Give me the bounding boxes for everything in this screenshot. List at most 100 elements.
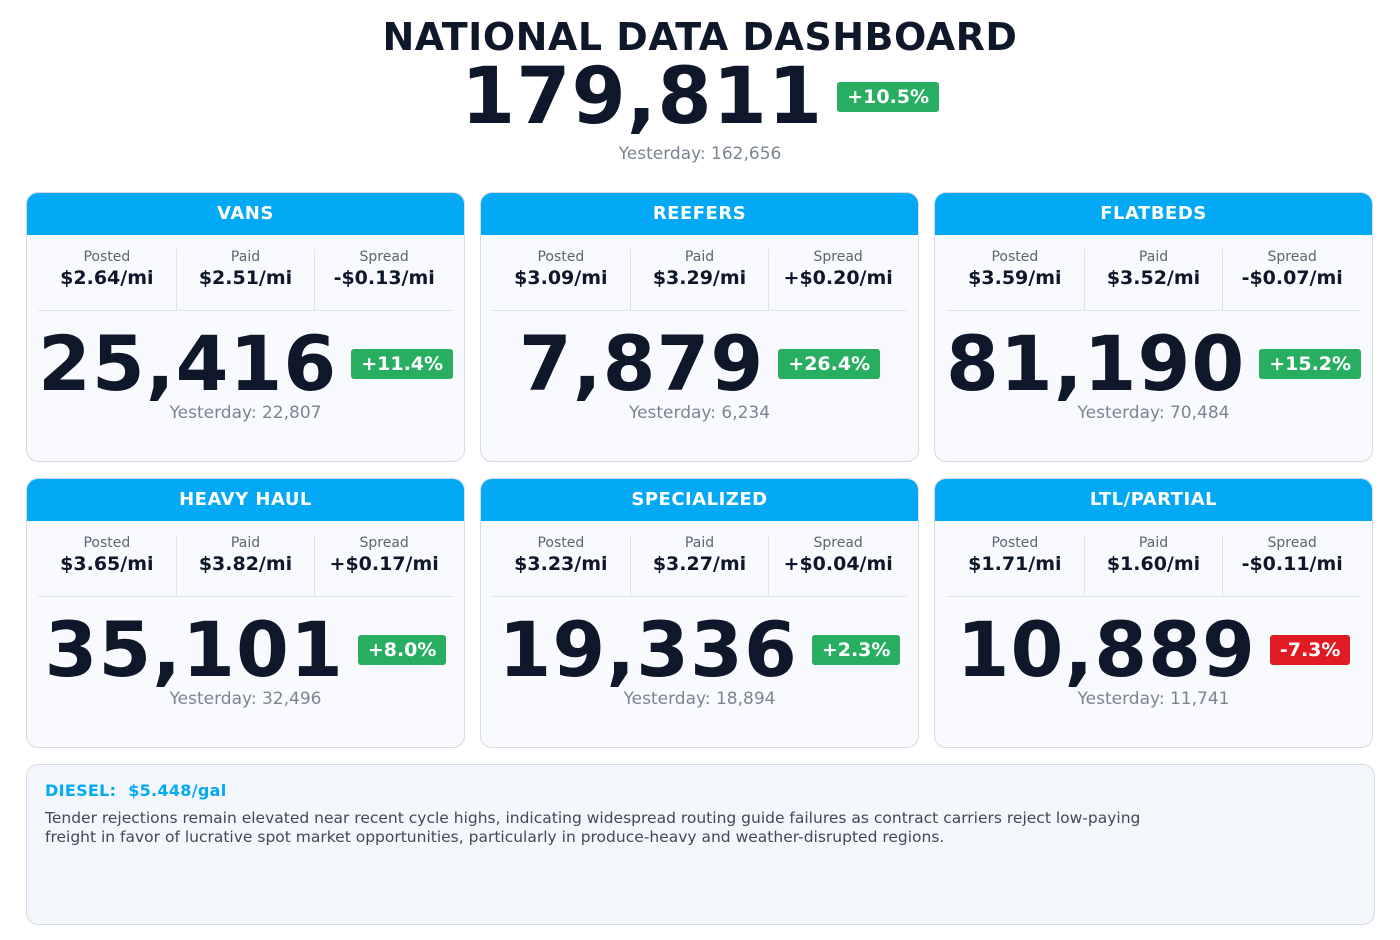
rate-label: Paid xyxy=(684,535,715,551)
rates-row: Posted $3.09/mi Paid $3.29/mi Spread +$0.20… xyxy=(492,249,907,311)
rate-label: Posted xyxy=(537,535,585,551)
rate-spread: Spread +$0.20/mi xyxy=(769,249,907,310)
load-count-row: 7,879 +26.4% xyxy=(481,325,918,403)
total-loads-value: 179,811 xyxy=(460,52,824,142)
rate-label: Spread xyxy=(359,249,409,265)
load-count-row: 10,889 -7.3% xyxy=(935,611,1372,689)
rate-value: -$0.11/mi xyxy=(1241,553,1343,575)
rate-label: Paid xyxy=(1138,249,1169,265)
rate-value: -$0.13/mi xyxy=(333,267,435,289)
rate-label: Paid xyxy=(230,535,261,551)
load-count-row: 81,190 +15.2% xyxy=(935,325,1372,403)
rate-paid: Paid $1.60/mi xyxy=(1085,535,1224,596)
card-flatbeds: FLATBEDS Posted $3.59/mi Paid $3.52/mi Spr… xyxy=(934,192,1373,462)
card-reefers: REEFERS Posted $3.09/mi Paid $3.29/mi Spre… xyxy=(480,192,919,462)
load-count-value: 81,190 xyxy=(945,319,1246,408)
card-specialized: SPECIALIZED Posted $3.23/mi Paid $3.27/mi … xyxy=(480,478,919,748)
card-title: HEAVY HAUL xyxy=(27,479,464,521)
change-badge: +8.0% xyxy=(357,635,447,665)
market-notes-panel: DIESEL: $5.448/gal Tender rejections rem… xyxy=(26,764,1375,925)
rate-value: $3.29/mi xyxy=(652,267,747,289)
card-vans: VANS Posted $2.64/mi Paid $2.51/mi Spread -… xyxy=(26,192,465,462)
load-count-value: 25,416 xyxy=(37,319,338,408)
diesel-label: DIESEL: xyxy=(45,781,117,800)
load-count-row: 35,101 +8.0% xyxy=(27,611,464,689)
card-title: FLATBEDS xyxy=(935,193,1372,235)
rate-label: Spread xyxy=(813,249,863,265)
load-count-row: 25,416 +11.4% xyxy=(27,325,464,403)
card-ltl-partial: LTL/PARTIAL Posted $1.71/mi Paid $1.60/mi … xyxy=(934,478,1373,748)
rate-value: $1.60/mi xyxy=(1106,553,1201,575)
load-count-value: 35,101 xyxy=(44,605,344,694)
market-note: Tender rejections remain elevated near r… xyxy=(45,809,1141,846)
rate-label: Spread xyxy=(813,535,863,551)
rate-value: +$0.17/mi xyxy=(329,553,439,575)
rate-value: +$0.20/mi xyxy=(783,267,893,289)
change-badge: -7.3% xyxy=(1269,635,1351,665)
rate-label: Spread xyxy=(1267,249,1317,265)
rates-row: Posted $3.59/mi Paid $3.52/mi Spread -$0.07… xyxy=(946,249,1361,311)
rate-value: $3.52/mi xyxy=(1106,267,1201,289)
rate-posted: Posted $2.64/mi xyxy=(38,249,177,310)
rate-label: Posted xyxy=(991,535,1039,551)
rates-row: Posted $3.65/mi Paid $3.82/mi Spread +$0.17… xyxy=(38,535,453,597)
total-change-badge: +10.5% xyxy=(837,82,940,112)
rate-posted: Posted $1.71/mi xyxy=(946,535,1085,596)
rate-value: -$0.07/mi xyxy=(1241,267,1343,289)
load-count-value: 7,879 xyxy=(518,319,765,408)
load-count-value: 10,889 xyxy=(956,605,1256,694)
rate-value: $3.82/mi xyxy=(198,553,293,575)
rate-label: Posted xyxy=(83,249,131,265)
rate-posted: Posted $3.09/mi xyxy=(492,249,631,310)
total-row: 179,811 +10.5% xyxy=(0,58,1400,136)
rate-paid: Paid $3.82/mi xyxy=(177,535,316,596)
rate-value: +$0.04/mi xyxy=(783,553,893,575)
rate-value: $2.51/mi xyxy=(198,267,293,289)
rate-paid: Paid $3.29/mi xyxy=(631,249,770,310)
change-badge: +26.4% xyxy=(778,349,881,379)
rate-spread: Spread +$0.17/mi xyxy=(315,535,453,596)
rate-paid: Paid $2.51/mi xyxy=(177,249,316,310)
rates-row: Posted $1.71/mi Paid $1.60/mi Spread -$0.11… xyxy=(946,535,1361,597)
rate-value: $3.09/mi xyxy=(514,267,608,289)
total-yesterday: Yesterday: 162,656 xyxy=(618,144,782,164)
diesel-value: $5.448/gal xyxy=(128,781,227,800)
load-count-row: 19,336 +2.3% xyxy=(481,611,918,689)
card-title: VANS xyxy=(27,193,464,235)
rate-label: Posted xyxy=(991,249,1039,265)
rates-row: Posted $2.64/mi Paid $2.51/mi Spread -$0.13… xyxy=(38,249,453,311)
rate-value: $3.65/mi xyxy=(60,553,154,575)
rate-label: Paid xyxy=(230,249,261,265)
rate-value: $1.71/mi xyxy=(968,553,1062,575)
rate-value: $3.59/mi xyxy=(968,267,1062,289)
rate-paid: Paid $3.27/mi xyxy=(631,535,770,596)
change-badge: +11.4% xyxy=(351,349,454,379)
change-badge: +2.3% xyxy=(811,635,901,665)
change-badge: +15.2% xyxy=(1259,349,1362,379)
card-heavy-haul: HEAVY HAUL Posted $3.65/mi Paid $3.82/mi S… xyxy=(26,478,465,748)
rate-spread: Spread -$0.13/mi xyxy=(315,249,453,310)
rate-spread: Spread -$0.07/mi xyxy=(1223,249,1361,310)
card-title: LTL/PARTIAL xyxy=(935,479,1372,521)
rates-row: Posted $3.23/mi Paid $3.27/mi Spread +$0.04… xyxy=(492,535,907,597)
rate-posted: Posted $3.59/mi xyxy=(946,249,1085,310)
rate-label: Spread xyxy=(1267,535,1317,551)
card-title: SPECIALIZED xyxy=(481,479,918,521)
diesel-price: DIESEL: $5.448/gal xyxy=(45,781,1356,800)
load-count-value: 19,336 xyxy=(498,605,798,694)
card-title: REEFERS xyxy=(481,193,918,235)
rate-label: Posted xyxy=(83,535,131,551)
rate-label: Spread xyxy=(359,535,409,551)
rate-paid: Paid $3.52/mi xyxy=(1085,249,1224,310)
rate-spread: Spread +$0.04/mi xyxy=(769,535,907,596)
rate-value: $3.23/mi xyxy=(514,553,608,575)
rate-label: Posted xyxy=(537,249,585,265)
rate-posted: Posted $3.23/mi xyxy=(492,535,631,596)
rate-spread: Spread -$0.11/mi xyxy=(1223,535,1361,596)
rate-label: Paid xyxy=(1138,535,1169,551)
dashboard-header: NATIONAL DATA DASHBOARD 179,811 +10.5% Y… xyxy=(0,14,1400,164)
rate-value: $3.27/mi xyxy=(652,553,747,575)
rate-value: $2.64/mi xyxy=(60,267,154,289)
rate-label: Paid xyxy=(684,249,715,265)
rate-posted: Posted $3.65/mi xyxy=(38,535,177,596)
